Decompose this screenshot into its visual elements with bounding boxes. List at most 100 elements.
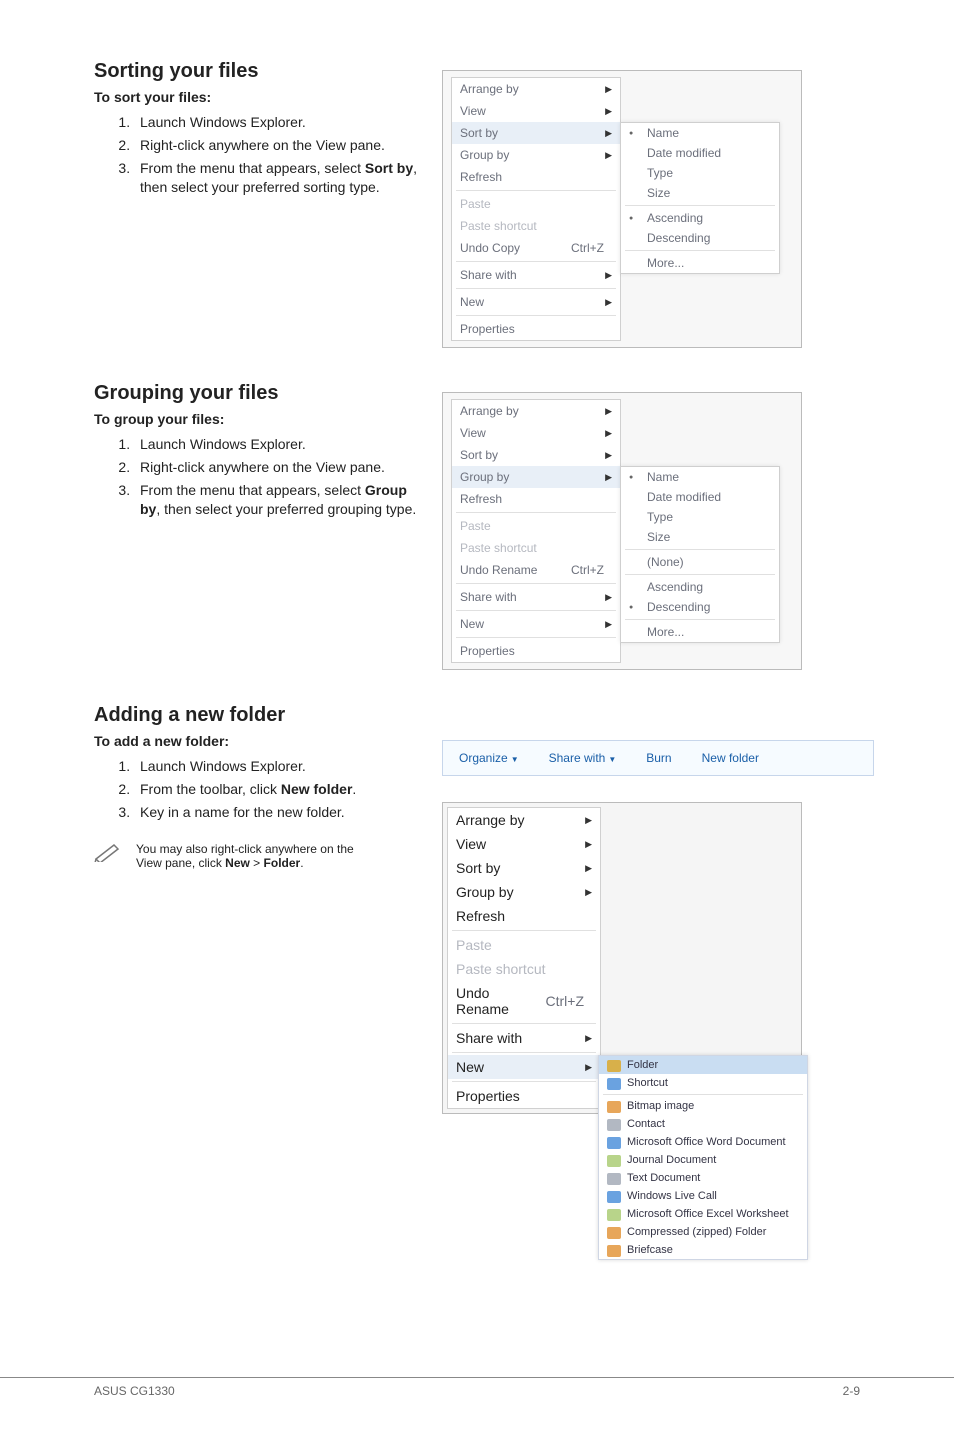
sortby-desc[interactable]: Descending: [647, 231, 771, 245]
groupby-type[interactable]: Type: [647, 510, 771, 524]
new-word[interactable]: Microsoft Office Word Document: [627, 1136, 799, 1148]
menu-paste: Paste: [460, 519, 612, 533]
step: Right-click anywhere on the View pane.: [134, 136, 424, 155]
screenshot-new-menu: Arrange by▶ View▶ Sort by▶ Group by▶ Ref…: [442, 802, 802, 1114]
groupby-name[interactable]: Name: [647, 470, 771, 484]
menu-sortby[interactable]: Sort by: [460, 448, 605, 462]
groupby-size[interactable]: Size: [647, 530, 771, 544]
new-excel[interactable]: Microsoft Office Excel Worksheet: [627, 1208, 799, 1220]
groupby-more[interactable]: More...: [647, 625, 771, 639]
menu-undo[interactable]: Undo Copy: [460, 241, 571, 255]
footer-right: 2-9: [843, 1384, 860, 1398]
menu-arrangeby[interactable]: Arrange by: [460, 404, 605, 418]
new-zip[interactable]: Compressed (zipped) Folder: [627, 1226, 799, 1238]
kbd-shortcut: Ctrl+Z: [571, 241, 612, 255]
menu-sortby[interactable]: Sort by: [460, 126, 605, 140]
subtitle-group: To group your files:: [94, 411, 424, 427]
menu-properties[interactable]: Properties: [456, 1088, 592, 1104]
note-block: You may also right-click anywhere on the…: [94, 842, 424, 870]
menu-properties[interactable]: Properties: [460, 644, 612, 658]
sortby-date[interactable]: Date modified: [647, 146, 771, 160]
word-icon: [607, 1137, 621, 1149]
groupby-desc[interactable]: Descending: [647, 600, 771, 614]
menu-sortby[interactable]: Sort by: [456, 860, 585, 876]
zip-icon: [607, 1227, 621, 1239]
menu-new[interactable]: New: [460, 295, 605, 309]
step: Launch Windows Explorer.: [134, 757, 424, 776]
heading-newfolder: Adding a new folder: [94, 704, 424, 727]
menu-undo[interactable]: Undo Rename: [456, 985, 546, 1017]
menu-sharewith[interactable]: Share with: [460, 590, 605, 604]
subtitle-sort: To sort your files:: [94, 89, 424, 105]
new-shortcut[interactable]: Shortcut: [627, 1077, 799, 1089]
menu-pasteshortcut: Paste shortcut: [460, 219, 612, 233]
steps-newfolder: Launch Windows Explorer. From the toolba…: [94, 757, 424, 822]
sortby-size[interactable]: Size: [647, 186, 771, 200]
menu-properties[interactable]: Properties: [460, 322, 612, 336]
text-icon: [607, 1173, 621, 1185]
menu-view[interactable]: View: [460, 426, 605, 440]
toolbar-burn[interactable]: Burn: [646, 751, 671, 765]
new-journal[interactable]: Journal Document: [627, 1154, 799, 1166]
footer-left: ASUS CG1330: [94, 1384, 175, 1398]
new-bitmap[interactable]: Bitmap image: [627, 1100, 799, 1112]
excel-icon: [607, 1209, 621, 1221]
menu-undo[interactable]: Undo Rename: [460, 563, 571, 577]
new-folder[interactable]: Folder: [627, 1059, 799, 1071]
menu-sharewith[interactable]: Share with: [460, 268, 605, 282]
new-text[interactable]: Text Document: [627, 1172, 799, 1184]
step: Launch Windows Explorer.: [134, 113, 424, 132]
step: From the menu that appears, select Group…: [134, 481, 424, 519]
heading-grouping: Grouping your files: [94, 382, 424, 405]
new-contact[interactable]: Contact: [627, 1118, 799, 1130]
subtitle-newfolder: To add a new folder:: [94, 733, 424, 749]
menu-groupby[interactable]: Group by: [460, 470, 605, 484]
folder-icon: [607, 1060, 621, 1072]
menu-refresh[interactable]: Refresh: [456, 908, 592, 924]
new-livecall[interactable]: Windows Live Call: [627, 1190, 799, 1202]
menu-refresh[interactable]: Refresh: [460, 492, 612, 506]
heading-sorting: Sorting your files: [94, 60, 424, 83]
menu-new[interactable]: New: [456, 1059, 585, 1075]
menu-sharewith[interactable]: Share with: [456, 1030, 585, 1046]
new-briefcase[interactable]: Briefcase: [627, 1244, 799, 1256]
menu-pasteshortcut: Paste shortcut: [456, 961, 592, 977]
menu-arrangeby[interactable]: Arrange by: [460, 82, 605, 96]
briefcase-icon: [607, 1245, 621, 1257]
step: Right-click anywhere on the View pane.: [134, 458, 424, 477]
menu-view[interactable]: View: [460, 104, 605, 118]
steps-sort: Launch Windows Explorer. Right-click any…: [94, 113, 424, 197]
shortcut-icon: [607, 1078, 621, 1090]
menu-arrangeby[interactable]: Arrange by: [456, 812, 585, 828]
page-footer: ASUS CG1330 2-9: [0, 1377, 954, 1398]
sortby-name[interactable]: Name: [647, 126, 771, 140]
screenshot-sortby-menu: Arrange by▶ View▶ Sort by ▶ Name Date mo…: [442, 70, 802, 348]
journal-icon: [607, 1155, 621, 1167]
kbd-shortcut: Ctrl+Z: [571, 563, 612, 577]
toolbar-organize[interactable]: Organize▼: [459, 751, 519, 765]
groupby-date[interactable]: Date modified: [647, 490, 771, 504]
step: From the menu that appears, select Sort …: [134, 159, 424, 197]
menu-paste: Paste: [460, 197, 612, 211]
live-call-icon: [607, 1191, 621, 1203]
explorer-toolbar: Organize▼ Share with▼ Burn New folder: [442, 740, 874, 776]
sortby-asc[interactable]: Ascending: [647, 211, 771, 225]
steps-group: Launch Windows Explorer. Right-click any…: [94, 435, 424, 519]
groupby-asc[interactable]: Ascending: [647, 580, 771, 594]
sortby-type[interactable]: Type: [647, 166, 771, 180]
menu-groupby[interactable]: Group by: [460, 148, 605, 162]
screenshot-groupby-menu: Arrange by▶ View▶ Sort by▶ Group by ▶ Na…: [442, 392, 802, 670]
step: From the toolbar, click New folder.: [134, 780, 424, 799]
pen-icon: [94, 842, 122, 862]
menu-paste: Paste: [456, 937, 592, 953]
menu-groupby[interactable]: Group by: [456, 884, 585, 900]
sortby-more[interactable]: More...: [647, 256, 771, 270]
groupby-none[interactable]: (None): [647, 555, 771, 569]
step: Launch Windows Explorer.: [134, 435, 424, 454]
menu-refresh[interactable]: Refresh: [460, 170, 612, 184]
menu-view[interactable]: View: [456, 836, 585, 852]
menu-pasteshortcut: Paste shortcut: [460, 541, 612, 555]
toolbar-newfolder[interactable]: New folder: [702, 751, 759, 765]
toolbar-sharewith[interactable]: Share with▼: [549, 751, 617, 765]
menu-new[interactable]: New: [460, 617, 605, 631]
